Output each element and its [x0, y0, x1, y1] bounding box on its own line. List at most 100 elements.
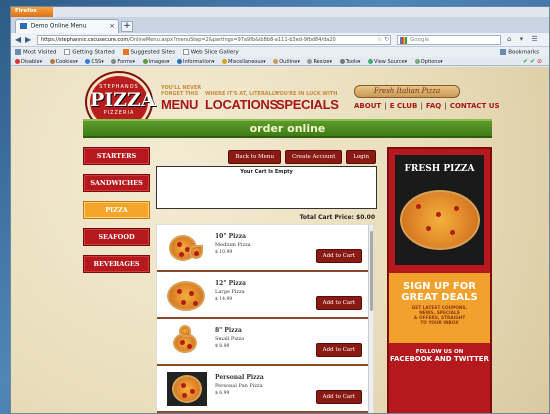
- web-page: STEPHANOS PIZZA PIZZERIA YOU'LL NEVER FO…: [11, 67, 549, 413]
- cart-total: Total Cart Price: $0.00: [299, 214, 375, 221]
- category-seafood[interactable]: SEAFOOD: [83, 228, 150, 246]
- item-description: Large Pizza: [215, 289, 245, 295]
- bookmark-suggested-sites[interactable]: Suggested Sites: [122, 49, 175, 56]
- menu-item: 10" Pizza Medium Pizza $ 10.99 Add to Ca…: [157, 225, 373, 272]
- signup-heading: SIGN UP FOR GREAT DEALS: [401, 281, 478, 303]
- ad-heading: FRESH PIZZA: [404, 164, 475, 174]
- category-sandwiches[interactable]: SANDWICHES: [83, 174, 150, 192]
- dev-forms[interactable]: Forms▾: [111, 59, 135, 65]
- menu-item: Personal Pizza Personal Pan Pizza $ 6.99…: [157, 366, 373, 413]
- check-icon: ✔: [522, 58, 530, 65]
- dev-images[interactable]: Images▾: [142, 59, 169, 65]
- image-icon: [142, 59, 148, 64]
- check-icon: ✔: [529, 58, 537, 65]
- whole-pizza-icon: [165, 278, 207, 312]
- signup-deals-ad[interactable]: SIGN UP FOR GREAT DEALS GET LATEST COUPO…: [389, 273, 490, 343]
- dev-miscellaneous[interactable]: Miscellaneous▾: [222, 59, 266, 65]
- back-arrow-icon[interactable]: ◀: [15, 35, 21, 45]
- item-description: Small Pizza: [215, 336, 245, 342]
- top-links: ABOUT | E CLUB | FAQ | CONTACT US: [354, 102, 500, 110]
- bookmarks-menu[interactable]: Bookmarks: [500, 49, 539, 56]
- url-path: /OnlineMenu.aspx?menuStep=2&partIngs=97a…: [128, 37, 336, 43]
- bookmarks-toolbar: Most Visited Getting Started Suggested S…: [11, 47, 549, 57]
- nav-locations-label: LOCATIONS: [205, 97, 278, 112]
- category-beverages[interactable]: BEVERAGES: [83, 255, 150, 273]
- nav-specials[interactable]: YOU'RE IN LUCK WITH SPECIALS: [276, 91, 339, 112]
- forward-arrow-icon[interactable]: ▶: [25, 35, 31, 45]
- logo-main-text: PIZZA: [90, 89, 156, 111]
- login-button[interactable]: Login: [346, 150, 376, 164]
- dev-options[interactable]: Options▾: [414, 59, 443, 65]
- menu-scrollbar[interactable]: [368, 225, 373, 413]
- dev-tools[interactable]: Tools▾: [339, 59, 360, 65]
- pan-pizza-icon: [167, 372, 207, 406]
- tab-bar: Demo Online Menu × +: [11, 17, 549, 33]
- info-icon: [177, 59, 182, 64]
- error-icon: ⊘: [536, 58, 544, 65]
- search-bar[interactable]: Google: [397, 35, 501, 45]
- firefox-menu-button[interactable]: Firefox: [11, 7, 53, 17]
- url-host: https://stephannic.cscusecure.com: [41, 37, 129, 43]
- item-title: 10" Pizza: [215, 233, 247, 240]
- pencil-icon: [273, 59, 279, 64]
- order-online-banner: order online: [83, 119, 492, 138]
- add-to-cart-button[interactable]: Add to Cart: [315, 390, 362, 404]
- page-icon: [64, 49, 71, 55]
- link-about[interactable]: ABOUT: [354, 102, 381, 110]
- source-icon: [368, 59, 374, 64]
- bookmark-most-visited[interactable]: Most Visited: [15, 49, 56, 56]
- cookie-icon: [49, 59, 55, 64]
- web-developer-toolbar: Disable▾ Cookies▾ CSS▾ Forms▾ Images▾ In…: [11, 57, 549, 66]
- dev-outline[interactable]: Outline▾: [273, 59, 300, 65]
- close-tab-icon[interactable]: ×: [109, 22, 115, 30]
- url-bar[interactable]: https://stephannic.cscusecure.com/Online…: [37, 35, 391, 45]
- nav-specials-label: SPECIALS: [276, 97, 339, 112]
- link-faq[interactable]: FAQ: [426, 102, 441, 110]
- item-price: $ 6.99: [215, 391, 230, 396]
- resize-icon: [307, 59, 313, 64]
- link-contact-us[interactable]: CONTACT US: [450, 102, 500, 110]
- add-to-cart-button[interactable]: Add to Cart: [315, 296, 362, 310]
- scrollbar-thumb[interactable]: [370, 231, 373, 311]
- dev-css[interactable]: CSS▾: [85, 59, 104, 65]
- cart-box: Your Cart Is Empty: [156, 166, 377, 209]
- category-pizza[interactable]: PIZZA: [83, 201, 150, 219]
- item-title: 8" Pizza: [215, 327, 242, 334]
- dev-view-source[interactable]: View Source▾: [368, 59, 407, 65]
- disable-icon: [15, 59, 20, 64]
- home-icon[interactable]: ⌂ ▾ ☰: [507, 35, 541, 43]
- status-icons: ✔✔⊘: [523, 58, 544, 65]
- dev-resize[interactable]: Resize▾: [307, 59, 332, 65]
- fresh-pizza-ad[interactable]: FRESH PIZZA: [395, 155, 484, 265]
- nav-locations[interactable]: WHERE IT'S AT, LITERALLY LOCATIONS: [205, 91, 278, 112]
- bookmark-star-icon[interactable]: ☆ ↻: [377, 36, 389, 43]
- bookmarks-icon: [500, 49, 507, 55]
- css-icon: [85, 59, 91, 64]
- item-price: $ 14.99: [215, 297, 233, 302]
- bookmark-getting-started[interactable]: Getting Started: [64, 49, 115, 56]
- signup-subtext: GET LATEST COUPONS, NEWS, SPECIALS & OFF…: [411, 306, 468, 326]
- social-follow[interactable]: FOLLOW US ON FACEBOOK AND TWITTER: [389, 345, 490, 363]
- fresh-italian-pizza-sign: Fresh Italian Pizza: [354, 85, 460, 98]
- link-e-club[interactable]: E CLUB: [390, 102, 418, 110]
- new-tab-button[interactable]: +: [121, 21, 133, 32]
- dev-cookies[interactable]: Cookies▾: [49, 59, 78, 65]
- add-to-cart-button[interactable]: Add to Cart: [315, 249, 362, 263]
- bookmark-web-slice-gallery[interactable]: Web Slice Gallery: [182, 49, 239, 56]
- tab-title: Demo Online Menu: [30, 23, 87, 30]
- nav-menu[interactable]: YOU'LL NEVER FORGET THIS MENU: [161, 85, 201, 112]
- tab-demo-online-menu[interactable]: Demo Online Menu ×: [15, 19, 119, 33]
- dev-disable[interactable]: Disable▾: [15, 59, 42, 65]
- create-account-button[interactable]: Create Account: [284, 150, 343, 164]
- google-icon: [400, 37, 407, 44]
- item-title: 12" Pizza: [215, 280, 247, 287]
- category-starters[interactable]: STARTERS: [83, 147, 150, 165]
- category-nav: STARTERS SANDWICHES PIZZA SEAFOOD BEVERA…: [83, 147, 150, 282]
- dev-information[interactable]: Information▾: [177, 59, 214, 65]
- back-to-menu-button[interactable]: Back to Menu: [228, 150, 282, 164]
- add-to-cart-button[interactable]: Add to Cart: [315, 343, 362, 357]
- item-description: Personal Pan Pizza: [215, 383, 263, 389]
- promo-sidebar: FRESH PIZZA SIGN UP FOR GREAT DEALS GET …: [387, 147, 492, 413]
- search-placeholder: Google: [410, 37, 430, 43]
- cart-actions: Back to Menu Create Account Login: [226, 150, 376, 164]
